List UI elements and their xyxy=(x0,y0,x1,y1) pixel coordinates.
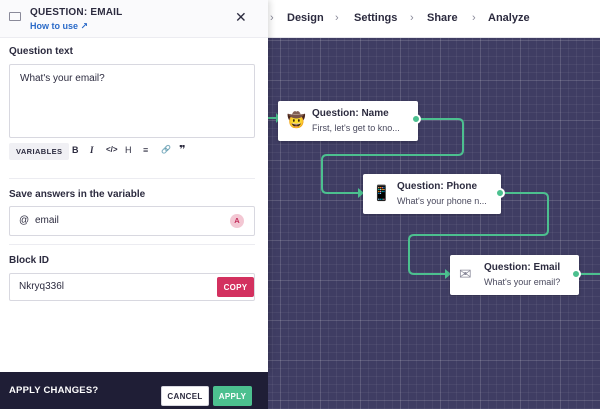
block-id-value: Nkryq336l xyxy=(19,281,65,292)
at-icon: @ xyxy=(19,215,30,226)
how-to-use-label: How to use xyxy=(30,21,79,31)
apply-button[interactable]: APPLY xyxy=(213,386,252,406)
block-subtitle: First, let's get to kno... xyxy=(312,123,400,133)
block-question-phone[interactable]: 📱 Question: Phone What's your phone n... xyxy=(363,174,501,214)
phone-emoji-icon: 📱 xyxy=(372,185,391,202)
cowboy-emoji-icon: 🤠 xyxy=(287,112,306,129)
bold-button[interactable]: B xyxy=(72,145,79,155)
variable-name: email xyxy=(35,215,59,226)
copy-button[interactable]: COPY xyxy=(217,277,254,297)
envelope-icon xyxy=(9,12,21,21)
heading-button[interactable]: H xyxy=(125,145,132,155)
output-handle[interactable] xyxy=(411,114,421,124)
block-subtitle: What's your phone n... xyxy=(397,196,487,206)
variable-badge: A xyxy=(230,214,244,228)
block-settings-panel: QUESTION: EMAIL How to use ↗ ✕ Question … xyxy=(0,0,268,372)
output-handle[interactable] xyxy=(495,188,505,198)
block-question-email[interactable]: ✉ Question: Email What's your email? xyxy=(450,255,579,295)
link-icon[interactable]: 🔗 xyxy=(161,145,171,154)
close-icon[interactable]: ✕ xyxy=(235,10,247,24)
block-question-name[interactable]: 🤠 Question: Name First, let's get to kno… xyxy=(278,101,418,141)
question-text-label: Question text xyxy=(9,46,73,57)
envelope-icon: ✉ xyxy=(459,266,472,283)
block-title: Question: Phone xyxy=(397,181,477,192)
block-title: Question: Email xyxy=(484,262,561,273)
output-handle[interactable] xyxy=(571,269,581,279)
cancel-button[interactable]: CANCEL xyxy=(161,386,209,406)
block-title: Question: Name xyxy=(312,108,389,119)
save-variable-label: Save answers in the variable xyxy=(9,189,146,200)
block-id-field[interactable]: Nkryq336l COPY xyxy=(9,273,255,301)
block-subtitle: What's your email? xyxy=(484,277,561,287)
list-icon[interactable]: ≡ xyxy=(143,145,148,155)
apply-changes-label: APPLY CHANGES? xyxy=(9,385,99,396)
block-id-label: Block ID xyxy=(9,255,50,266)
panel-header: QUESTION: EMAIL How to use ↗ ✕ xyxy=(0,0,268,38)
divider xyxy=(9,178,255,179)
divider xyxy=(9,244,255,245)
variables-button[interactable]: VARIABLES xyxy=(9,143,70,160)
code-button[interactable]: </> xyxy=(106,145,118,154)
variable-select[interactable]: @ email A xyxy=(9,206,255,236)
italic-button[interactable]: I xyxy=(90,145,94,155)
question-text-input[interactable]: What's your email? xyxy=(9,64,255,138)
question-text-value: What's your email? xyxy=(20,73,105,84)
panel-title: QUESTION: EMAIL xyxy=(30,7,123,18)
quote-icon[interactable]: ❞ xyxy=(179,143,185,156)
external-link-icon: ↗ xyxy=(80,21,89,31)
how-to-use-link[interactable]: How to use ↗ xyxy=(30,21,88,32)
apply-changes-bar: APPLY CHANGES? CANCEL APPLY xyxy=(0,372,268,409)
